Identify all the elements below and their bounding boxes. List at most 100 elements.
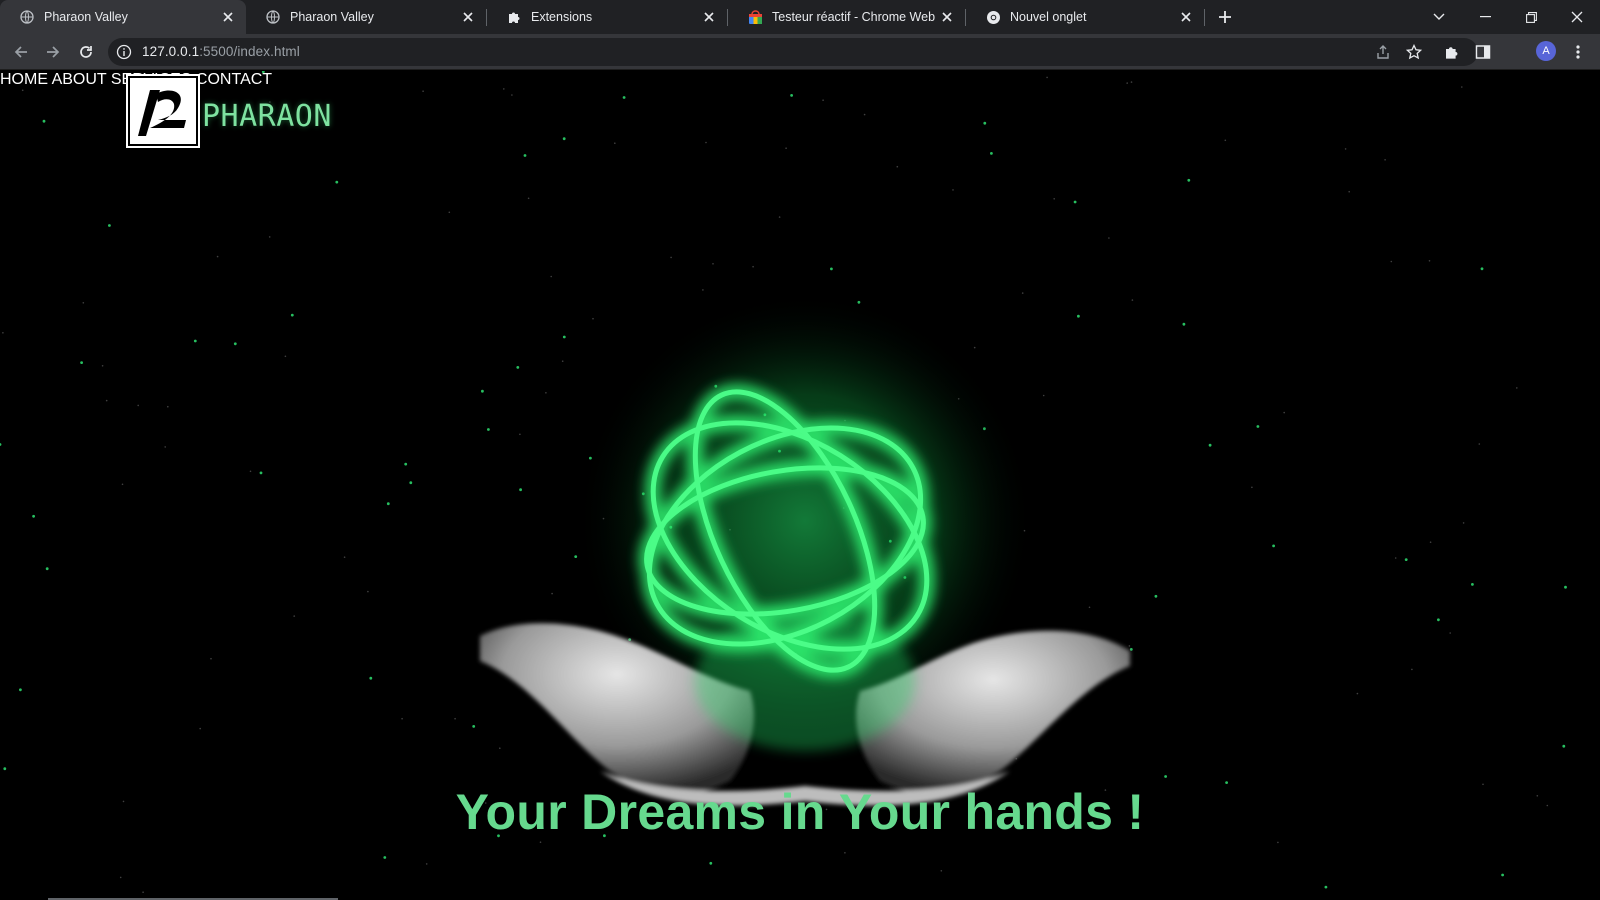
star-dot xyxy=(45,567,49,571)
minimize-button[interactable] xyxy=(1465,0,1505,34)
star-dot xyxy=(983,121,987,125)
forward-button[interactable] xyxy=(40,39,66,65)
star-dot xyxy=(101,365,104,367)
star-dot xyxy=(1562,744,1566,748)
menu-button[interactable] xyxy=(1565,39,1591,65)
star-dot xyxy=(121,483,124,486)
side-panel-button[interactable] xyxy=(1470,39,1496,65)
restore-icon xyxy=(1525,11,1537,23)
tab-title: Extensions xyxy=(531,10,593,24)
reload-icon xyxy=(80,46,92,58)
star-dot xyxy=(1501,873,1504,877)
star-dot xyxy=(82,302,85,304)
new-tab-button[interactable] xyxy=(1214,6,1236,28)
address-bar[interactable]: 127.0.0.1:5500/index.html xyxy=(108,38,1478,66)
globe-icon xyxy=(19,9,35,25)
star-dot xyxy=(940,870,943,872)
tab-separator xyxy=(1204,9,1205,26)
close-icon[interactable] xyxy=(1178,9,1194,25)
star-dot xyxy=(1277,841,1279,844)
tab-pharaon-valley-1[interactable]: Pharaon Valley xyxy=(0,0,246,34)
tab-title: Testeur réactif - Chrome Web Sto xyxy=(772,10,939,24)
star-dot xyxy=(2,332,4,334)
star-dot xyxy=(210,657,212,660)
star-dot xyxy=(293,615,296,617)
star-dot xyxy=(80,361,83,364)
tab-title: Pharaon Valley xyxy=(44,10,128,24)
close-icon[interactable] xyxy=(460,9,476,25)
star-dot xyxy=(1182,322,1186,326)
star-dot xyxy=(702,289,704,291)
star-dot xyxy=(1564,585,1567,589)
tab-pharaon-valley-2[interactable]: Pharaon Valley xyxy=(246,0,486,34)
star-dot xyxy=(785,147,787,149)
star-dot xyxy=(409,481,413,485)
star-dot xyxy=(386,502,390,506)
star-dot xyxy=(343,556,346,558)
star-dot xyxy=(108,224,111,227)
browser-toolbar: 127.0.0.1:5500/index.html xyxy=(0,34,1600,70)
url-text[interactable]: 127.0.0.1:5500/index.html xyxy=(142,44,300,59)
star-dot xyxy=(527,197,530,200)
star-dot xyxy=(367,590,369,593)
star-dot xyxy=(952,189,954,191)
star-dot xyxy=(1021,292,1024,294)
star-dot xyxy=(1126,82,1128,84)
share-icon[interactable] xyxy=(1374,43,1392,61)
puzzle-icon xyxy=(506,9,522,25)
star-dot xyxy=(42,119,46,123)
kebab-menu-icon xyxy=(1576,45,1580,59)
star-dot xyxy=(1224,139,1227,142)
star-dot xyxy=(404,462,408,466)
star-dot xyxy=(142,891,144,893)
close-icon[interactable] xyxy=(220,9,236,25)
star-dot xyxy=(1478,443,1481,445)
star-dot xyxy=(539,841,542,843)
star-dot xyxy=(709,861,713,865)
chevron-down-icon xyxy=(1433,13,1445,20)
restore-button[interactable] xyxy=(1511,0,1551,34)
tab-extensions[interactable]: Extensions xyxy=(487,0,727,34)
star-dot xyxy=(523,154,527,157)
star-dot xyxy=(1437,618,1440,622)
star-dot xyxy=(752,265,754,268)
star-dot xyxy=(712,263,714,265)
tab-nouvel-onglet[interactable]: Nouvel onglet xyxy=(966,0,1204,34)
star-dot xyxy=(268,236,271,238)
star-dot xyxy=(1208,443,1212,447)
info-icon[interactable] xyxy=(116,44,132,60)
tab-chrome-web-store[interactable]: Testeur réactif - Chrome Web Sto xyxy=(728,0,965,34)
globe-icon xyxy=(265,9,281,25)
extensions-button[interactable] xyxy=(1439,39,1465,65)
close-icon[interactable] xyxy=(701,9,717,25)
star-dot xyxy=(622,96,626,99)
reload-button[interactable] xyxy=(73,39,99,65)
close-icon[interactable] xyxy=(939,9,955,25)
tab-search-button[interactable] xyxy=(1419,0,1459,34)
star-dot xyxy=(0,443,2,446)
tab-title: Nouvel onglet xyxy=(1010,10,1087,24)
site-logo[interactable] xyxy=(126,74,200,148)
profile-avatar[interactable]: A xyxy=(1536,41,1556,61)
webstore-icon xyxy=(747,9,763,25)
brand-name[interactable]: PHARAON xyxy=(202,99,332,134)
star-dot xyxy=(670,256,672,259)
star-dot xyxy=(1428,260,1431,262)
star-dot xyxy=(503,88,505,90)
back-button[interactable] xyxy=(8,39,34,65)
star-dot xyxy=(562,137,566,141)
star-dot xyxy=(896,165,899,168)
hero-image xyxy=(480,301,1130,806)
star-dot xyxy=(1429,541,1432,543)
chrome-icon xyxy=(985,9,1001,25)
star-dot xyxy=(1462,522,1465,524)
star-dot xyxy=(1164,775,1167,778)
star-dot xyxy=(1256,425,1260,428)
star-dot xyxy=(1344,148,1347,150)
logo-mark-icon xyxy=(138,90,186,136)
star-dot xyxy=(233,342,237,346)
close-window-button[interactable] xyxy=(1557,0,1597,34)
bookmark-star-icon[interactable] xyxy=(1405,43,1423,61)
star-dot xyxy=(167,405,169,408)
star-dot xyxy=(19,688,22,692)
